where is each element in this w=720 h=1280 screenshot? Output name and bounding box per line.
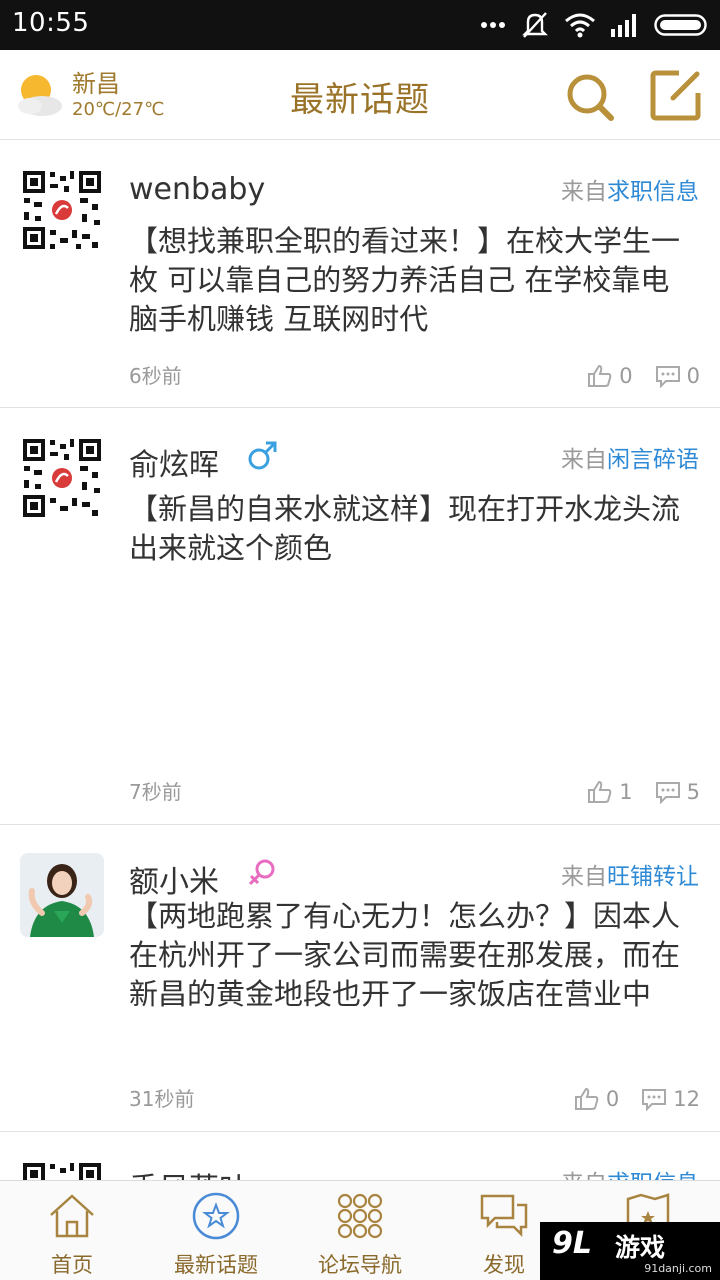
chat-bubbles-icon: [480, 1194, 528, 1238]
grid-icon: [337, 1193, 383, 1239]
avatar-qr-code: [20, 1160, 104, 1180]
source-prefix: 来自: [561, 447, 607, 473]
like-count: 1: [619, 780, 633, 804]
like-count: 0: [619, 364, 633, 388]
mute-icon: [522, 12, 548, 38]
source-forum-link[interactable]: 闲言碎语: [607, 447, 699, 473]
post-stats: 0 0: [587, 364, 700, 388]
comment-count: 12: [673, 1087, 700, 1111]
watermark-logo: 9L: [552, 1226, 592, 1261]
watermark-text: 游戏: [615, 1233, 666, 1262]
like-button[interactable]: 0: [587, 364, 633, 388]
home-icon: [50, 1194, 94, 1238]
battery-icon: [654, 14, 707, 36]
post-source: 来自闲言碎语: [561, 440, 699, 474]
post-author[interactable]: 秀风落叶: [129, 1164, 249, 1180]
comment-button[interactable]: 5: [655, 780, 700, 804]
nav-item-forum-nav[interactable]: 论坛导航: [288, 1181, 432, 1280]
like-count: 0: [605, 1087, 620, 1111]
nav-item-home[interactable]: 首页: [0, 1181, 144, 1280]
post-timestamp: 6秒前: [129, 364, 182, 388]
comment-icon: [655, 782, 680, 804]
like-button[interactable]: 0: [574, 1087, 619, 1111]
avatar-qr-code: [20, 168, 104, 252]
status-time: 10:55: [12, 8, 90, 38]
comment-button[interactable]: 12: [641, 1087, 700, 1111]
post-timestamp: 7秒前: [129, 780, 182, 804]
wifi-icon: [565, 13, 595, 38]
post-content[interactable]: 【两地跑累了有心无力！怎么办？】因本人在杭州开了一家公司而需要在那发展，而在新昌…: [129, 897, 689, 1014]
compose-icon[interactable]: [649, 68, 703, 122]
nav-label: 最新话题: [174, 1253, 258, 1277]
comment-icon: [642, 1089, 667, 1111]
source-prefix: 来自: [561, 179, 607, 205]
avatar-qr-code: [20, 436, 104, 520]
post-content[interactable]: 【想找兼职全职的看过来！】在校大学生一枚 可以靠自己的努力养活自己 在学校靠电脑…: [129, 222, 689, 339]
female-icon: [248, 859, 275, 886]
thumbs-up-icon: [588, 364, 612, 387]
nav-item-latest-topics[interactable]: 最新话题: [144, 1181, 288, 1280]
post-timestamp: 31秒前: [129, 1087, 195, 1111]
post-card[interactable]: wenbaby 来自求职信息 【想找兼职全职的看过来！】在校大学生一枚 可以靠自…: [0, 140, 720, 408]
source-prefix: 来自: [561, 864, 607, 890]
nav-label: 首页: [51, 1253, 93, 1277]
post-card[interactable]: 俞炫晖 来自闲言碎语 【新昌的自来水就这样】现在打开水龙头流出来就这个颜色 7秒…: [0, 408, 720, 1025]
post-card[interactable]: 额小米 来自旺铺转让 【两地跑累了有心无力！怎么办？】因本人在杭州开了一家公司而…: [0, 825, 720, 1132]
post-content[interactable]: 【新昌的自来水就这样】现在打开水龙头流出来就这个颜色: [129, 490, 689, 568]
source-prefix: 来自: [561, 1171, 607, 1180]
source-forum-link[interactable]: 求职信息: [607, 1171, 699, 1180]
comment-count: 0: [686, 364, 700, 388]
post-stats: 0 12: [574, 1087, 700, 1111]
post-feed[interactable]: wenbaby 来自求职信息 【想找兼职全职的看过来！】在校大学生一枚 可以靠自…: [0, 140, 720, 1180]
thumbs-up-icon: [574, 1087, 599, 1110]
post-source: 来自求职信息: [561, 172, 699, 206]
post-stats: 1 5: [587, 780, 700, 804]
search-icon[interactable]: [563, 70, 615, 122]
watermark-site: 91danji.com: [644, 1262, 712, 1275]
source-forum-link[interactable]: 旺铺转让: [607, 864, 699, 890]
post-author[interactable]: wenbaby: [129, 172, 265, 207]
status-bar: 10:55: [0, 0, 720, 50]
signal-dots-icon: [481, 22, 505, 28]
male-icon: [248, 441, 277, 470]
comment-count: 5: [686, 780, 700, 804]
status-icons: [480, 10, 710, 40]
avatar-photo: [20, 853, 104, 937]
post-source: 来自求职信息: [561, 1164, 699, 1180]
comment-button[interactable]: 0: [655, 364, 700, 388]
thumbs-up-icon: [588, 780, 612, 803]
post-source: 来自旺铺转让: [561, 857, 699, 891]
source-forum-link[interactable]: 求职信息: [607, 179, 699, 205]
post-author[interactable]: 额小米: [129, 857, 219, 901]
post-card[interactable]: 秀风落叶 来自求职信息: [0, 1132, 720, 1180]
app-header: 新昌 20℃/27℃ 最新话题: [0, 50, 720, 140]
cell-signal-icon: [611, 14, 636, 37]
comment-icon: [655, 366, 680, 388]
nav-label: 论坛导航: [318, 1253, 402, 1277]
watermark: 9L 游戏 91danji.com: [540, 1222, 720, 1280]
like-button[interactable]: 1: [587, 780, 633, 804]
star-circle-icon: [192, 1192, 240, 1240]
post-author[interactable]: 俞炫晖: [129, 440, 219, 484]
